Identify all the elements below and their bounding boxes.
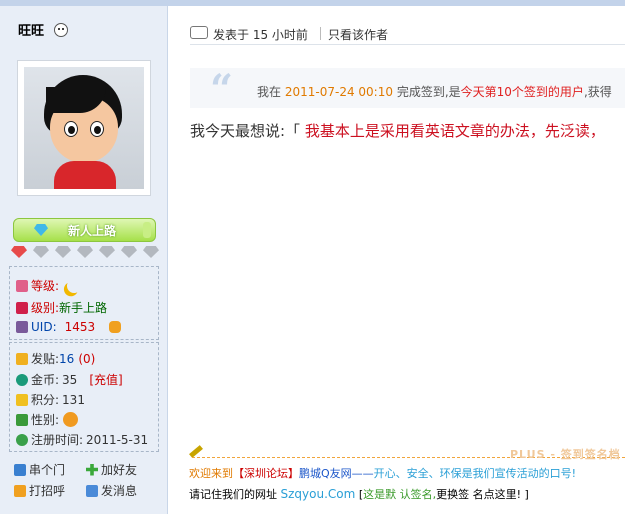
rank-badge: 新人上路	[13, 218, 156, 242]
signature-line-1: 欢迎来到【深圳论坛】鹏城Q友网——开心、安全、环保是我们宣传活动的口号!	[189, 467, 577, 480]
avatar-image	[24, 67, 144, 189]
divider	[320, 27, 321, 40]
clock-icon	[16, 433, 28, 446]
points-label: 积分:	[31, 393, 60, 407]
gem-icon	[99, 246, 115, 258]
gem-icon	[77, 246, 93, 258]
diamond-icon	[34, 224, 48, 236]
posts-label: 发贴:	[31, 352, 60, 366]
forum-link[interactable]: 【深圳论坛】	[233, 467, 299, 480]
posts-row: 发贴: 16 (0)	[16, 350, 95, 367]
plus-icon	[86, 463, 98, 476]
rank-stars	[11, 246, 159, 258]
gem-icon	[33, 246, 49, 258]
heart-icon	[16, 301, 28, 314]
posted-time: 发表于 15 小时前	[213, 28, 308, 42]
user-sidebar: 旺旺 新人上路 等级: 级别: 新手上路 UID: 1453 发贴: 16 (0…	[0, 0, 168, 514]
home-icon	[14, 463, 26, 476]
greet-button[interactable]: 打招呼	[14, 482, 65, 499]
recharge-link[interactable]: [充值]	[89, 371, 122, 388]
points-row: 积分: 131	[16, 391, 85, 408]
signature-plus-logo: PLUS - 签到签名档	[510, 448, 621, 461]
header-divider	[190, 44, 625, 45]
coins-row: 金币: 35 [充值]	[16, 371, 123, 388]
add-friend-button[interactable]: 加好友	[86, 461, 137, 478]
quote-mark-icon: “	[210, 68, 234, 109]
coin-icon	[16, 373, 28, 386]
register-value: 2011-5-31	[86, 432, 149, 447]
avatar[interactable]	[17, 60, 151, 196]
gem-icon	[121, 246, 137, 258]
gender-secret-icon	[63, 412, 79, 427]
pencil-icon	[189, 445, 203, 458]
mail-icon	[86, 484, 98, 497]
checkin-quote: “ 我在 2011-07-24 00:10 完成签到,是今天第10个签到的用户,…	[190, 68, 625, 108]
group-row: 级别: 新手上路	[16, 299, 107, 316]
gem-red-icon	[11, 246, 27, 258]
qq-status-icon[interactable]	[54, 22, 69, 37]
uid-row: UID: 1453	[16, 320, 124, 334]
greet-label: 打招呼	[29, 484, 66, 498]
change-signature-link[interactable]: 更换签 名点这里!	[436, 488, 521, 501]
uid-value: 1453	[64, 320, 96, 334]
signature-line-2: 请记住我们的网址 Szqyou.Com [这是默 认签名,更换签 名点这里! ]	[189, 487, 529, 501]
moon-icon	[65, 277, 83, 295]
gender-row: 性别:	[16, 411, 81, 428]
checkin-text: 我在 2011-07-24 00:10 完成签到,是今天第10个签到的用户,获得	[257, 85, 612, 99]
site-url-link[interactable]: Szqyou.Com	[281, 487, 356, 501]
rank-title: 新人上路	[68, 223, 117, 238]
visit-button[interactable]: 串个门	[14, 461, 65, 478]
hi-icon	[14, 484, 26, 497]
username[interactable]: 旺旺	[18, 20, 44, 39]
post-online-icon	[190, 26, 208, 39]
group-value: 新手上路	[59, 301, 108, 315]
uid-icon	[16, 321, 28, 333]
posts-extra: (0)	[78, 351, 96, 366]
gender-icon	[16, 413, 28, 426]
points-value: 131	[62, 392, 85, 407]
gem-icon	[143, 246, 159, 258]
hamburger-badge-icon	[109, 321, 122, 333]
level-icon	[16, 279, 28, 292]
points-icon	[16, 393, 28, 406]
gem-icon	[55, 246, 71, 258]
sidebar-top-border	[0, 0, 168, 6]
message-button[interactable]: 发消息	[86, 482, 137, 499]
add-friend-label: 加好友	[101, 463, 138, 477]
posts-icon	[16, 352, 28, 365]
post-content: 我今天最想说:「 我基本上是采用看英语文章的办法，先泛读，	[190, 122, 605, 140]
posts-value[interactable]: 16	[59, 352, 74, 366]
username-row: 旺旺	[18, 20, 69, 39]
user-stats-box: 发贴: 16 (0) 金币: 35 [充值] 积分: 131 性别: 注册时间:…	[9, 342, 159, 452]
visit-label: 串个门	[29, 463, 66, 477]
coins-value: 35	[62, 372, 78, 387]
uid-label: UID:	[31, 320, 57, 334]
message-label: 发消息	[101, 484, 138, 498]
register-row: 注册时间: 2011-5-31	[16, 431, 148, 448]
group-label: 级别:	[31, 301, 60, 315]
only-author-link[interactable]: 只看该作者	[328, 26, 388, 43]
user-level-box: 等级: 级别: 新手上路 UID: 1453	[9, 266, 159, 340]
level-label: 等级:	[31, 279, 60, 293]
register-label: 注册时间:	[31, 433, 84, 447]
post-header: 发表于 15 小时前 只看该作者	[168, 0, 625, 50]
coins-label: 金币:	[31, 373, 60, 387]
level-row: 等级:	[16, 277, 81, 294]
gender-label: 性别:	[31, 413, 60, 427]
